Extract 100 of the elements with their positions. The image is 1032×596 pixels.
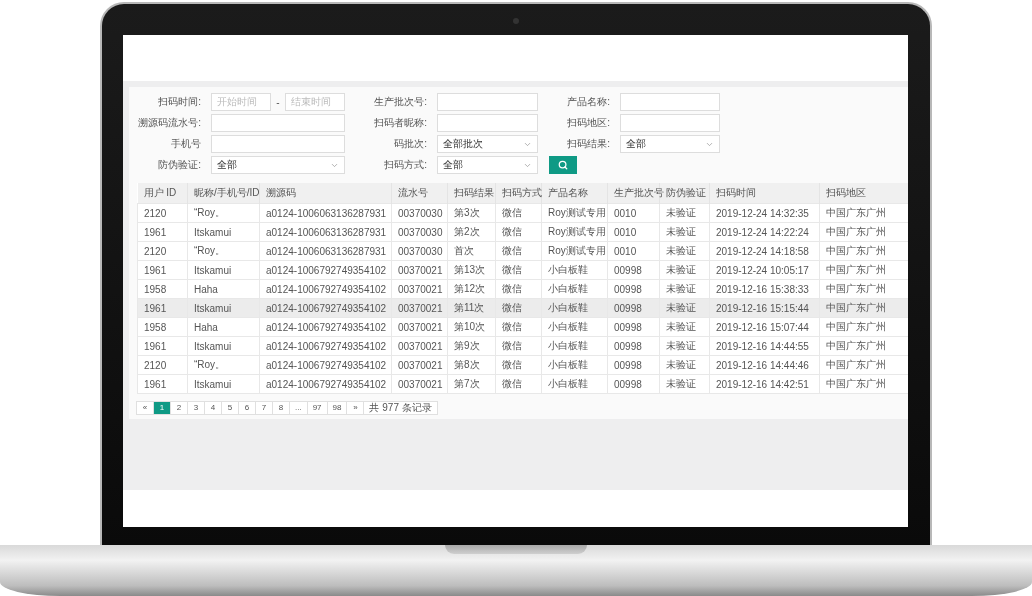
table-cell: 未验证 [659,241,710,261]
table-cell: “Roy。 [187,203,260,223]
page-button[interactable]: 3 [187,401,205,415]
table-cell: Itskamui [187,336,260,356]
page-button[interactable]: ... [289,401,308,415]
search-icon [558,160,568,170]
table-cell: 2019-12-16 14:44:46 [709,355,820,375]
table-cell: 微信 [495,317,542,337]
table-cell: 2019-12-16 15:38:33 [709,279,820,299]
previous-page-button[interactable]: « [136,401,154,415]
table-cell: 微信 [495,374,542,394]
table-cell: 1958 [137,317,188,337]
table-cell: a0124-1006792749354102 [259,355,392,375]
table-cell: 1958 [137,279,188,299]
table-cell: 第2次 [447,222,496,242]
page-button[interactable]: 97 [306,401,328,415]
table-cell: 0010 [607,241,660,261]
table-cell: Itskamui [187,374,260,394]
table-cell: a0124-1006792749354102 [259,260,392,280]
table-cell: 00370030 [391,222,448,242]
table-cell: 未验证 [659,355,710,375]
table-cell: 00998 [607,317,660,337]
table-cell: 第13次 [447,260,496,280]
search-button[interactable] [549,156,577,174]
table-cell: Roy测试专用 [541,241,608,261]
select-field[interactable]: 全部批次 [437,135,538,153]
table-cell: Roy测试专用 [541,222,608,242]
table-cell: 未验证 [659,260,710,280]
table-cell: 微信 [495,203,542,223]
select-field[interactable]: 全部 [437,156,538,174]
table-cell: 00370030 [391,241,448,261]
select-field[interactable]: 全部 [620,135,720,153]
table-cell: 0010 [607,203,660,223]
table-cell: 微信 [495,241,542,261]
table-cell: 第7次 [447,374,496,394]
table-cell: 1961 [137,336,188,356]
page-button[interactable]: 8 [272,401,290,415]
table-row[interactable]: 2120 “Roy。 a0124-1006063136287931 00370030 第3次 微信 Roy测试专用 0010 未验证 2019-12-24 14:32:35 中国广东广州 [137,203,908,223]
table-cell: 第12次 [447,279,496,299]
field-label: 溯源码流水号: [137,116,201,130]
page-button[interactable]: 2 [170,401,188,415]
table-cell: 未验证 [659,336,710,356]
table-cell: a0124-1006792749354102 [259,298,392,318]
page-button[interactable]: 6 [238,401,256,415]
camera-icon [513,18,519,24]
table-cell: 00370021 [391,336,448,356]
table-cell: 00370021 [391,279,448,299]
field-label: 产品名称: [566,95,610,109]
column-header: 产品名称 [541,183,608,204]
page-button[interactable]: 5 [221,401,239,415]
table-cell: 未验证 [659,298,710,318]
table-cell: 0010 [607,222,660,242]
table-cell: 2019-12-24 10:05:17 [709,260,820,280]
table-cell: a0124-1006063136287931 [259,203,392,223]
table-cell: 微信 [495,336,542,356]
record-count: 共 977 条记录 [363,401,438,415]
table-cell: 小白板鞋 [541,374,608,394]
table-cell: 第8次 [447,355,496,375]
column-header: 扫码时间 [709,183,820,204]
table-cell: 第11次 [447,298,496,318]
table-cell: 未验证 [659,317,710,337]
page-button[interactable]: 1 [153,401,171,415]
select-field[interactable]: 全部 [211,156,345,174]
table-cell: 小白板鞋 [541,298,608,318]
table-cell: 00998 [607,374,660,394]
page-button[interactable]: 7 [255,401,273,415]
table-cell: Haha [187,279,260,299]
table-cell: 2120 [137,203,188,223]
input-field[interactable] [437,93,538,111]
input-field[interactable] [437,114,538,132]
input-field[interactable] [620,114,720,132]
table-cell: 1961 [137,298,188,318]
field-label: 生产批次号: [373,95,427,109]
field-label: 码批次: [393,137,427,151]
field-label: 扫码地区: [566,116,610,130]
table-cell: 00998 [607,279,660,299]
column-header: 溯源码 [259,183,392,204]
table-cell: a0124-1006792749354102 [259,374,392,394]
column-header: 扫码结果 [447,183,496,204]
table-cell: 2019-12-24 14:22:24 [709,222,820,242]
input-field[interactable] [620,93,720,111]
table-cell: 00998 [607,355,660,375]
table-cell: 微信 [495,260,542,280]
table-cell: 2019-12-24 14:18:58 [709,241,820,261]
next-page-button[interactable]: » [346,401,365,415]
input-field[interactable] [211,135,345,153]
page-button[interactable]: 4 [204,401,222,415]
field-label: 扫码结果: [566,137,610,151]
input-field[interactable] [211,114,345,132]
column-header: 用户 ID [137,183,188,204]
table-cell: a0124-1006792749354102 [259,336,392,356]
table-cell: 00370021 [391,374,448,394]
table-cell: 第10次 [447,317,496,337]
table-cell: 微信 [495,222,542,242]
table-cell: 00370021 [391,298,448,318]
table-cell: Itskamui [187,260,260,280]
table-cell: 00998 [607,298,660,318]
table-cell: 微信 [495,298,542,318]
table-cell: 未验证 [659,203,710,223]
table-cell: 小白板鞋 [541,260,608,280]
